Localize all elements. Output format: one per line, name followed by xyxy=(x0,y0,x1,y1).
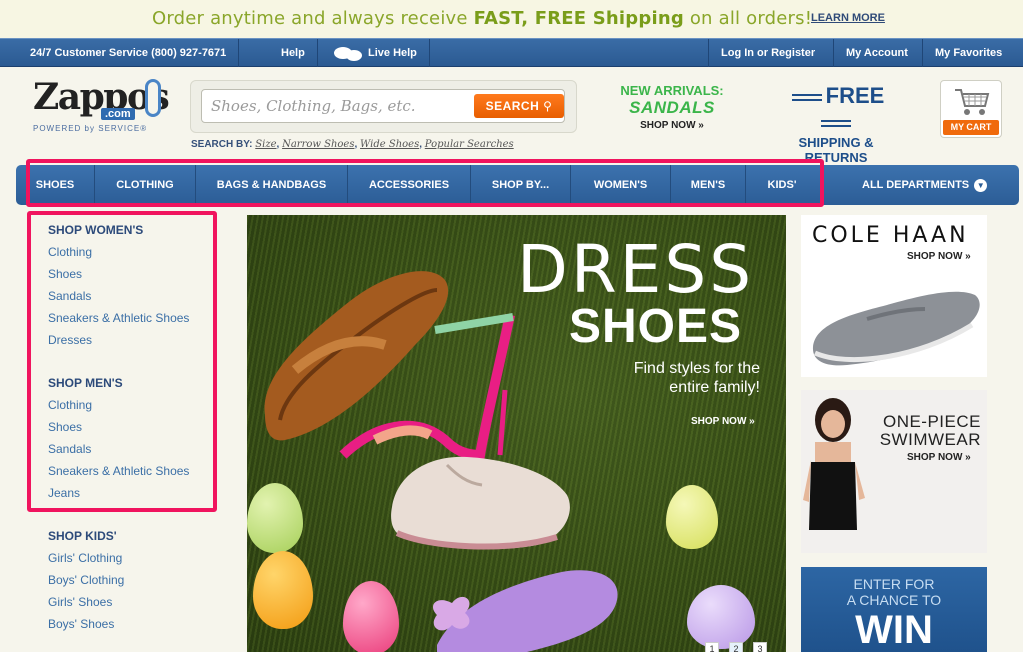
search-by-wide-link[interactable]: Wide Shoes xyxy=(360,139,419,150)
customer-service-text: 24/7 Customer Service (800) 927-7671 xyxy=(18,39,240,67)
highlight-box-sidebar xyxy=(27,211,217,512)
promo-text: Order anytime and always receive FAST, F… xyxy=(152,8,812,29)
search-by: SEARCH BY: Size, Narrow Shoes, Wide Shoe… xyxy=(191,139,514,150)
free-shipping-free: FREE xyxy=(825,83,885,108)
carousel-page-2[interactable]: 2 xyxy=(729,642,743,652)
carousel-page-1[interactable]: 1 xyxy=(705,642,719,652)
chat-bubbles-icon xyxy=(330,45,364,62)
new-arrivals-sandals: SANDALS xyxy=(629,98,715,117)
hero-title-shoes: SHOES xyxy=(569,300,743,353)
sidebar-girls-shoes[interactable]: Girls' Shoes xyxy=(48,594,213,616)
win-line-1: ENTER FOR xyxy=(853,576,935,592)
chevron-down-icon: ▼ xyxy=(974,178,988,192)
search-by-label: SEARCH BY: xyxy=(191,139,253,150)
popular-searches-link[interactable]: Popular Searches xyxy=(425,139,514,150)
sidebar-boys-clothing[interactable]: Boys' Clothing xyxy=(48,572,213,594)
logo-com: .com xyxy=(101,108,135,120)
promo-banner: Order anytime and always receive FAST, F… xyxy=(0,0,1023,38)
lilac-mary-jane-image xyxy=(432,570,618,652)
search-icon: ⚲ xyxy=(543,99,553,113)
logo-sneaker-icon xyxy=(145,79,161,117)
highlight-box-nav xyxy=(26,159,824,207)
promo-text-bold: FAST, FREE Shipping xyxy=(473,8,684,29)
new-arrivals-title: NEW ARRIVALS: xyxy=(620,83,724,98)
my-account-link[interactable]: My Account xyxy=(833,39,920,67)
free-shipping-title: FREE xyxy=(770,83,902,135)
easter-egg-yellow xyxy=(666,485,718,549)
free-shipping-promo[interactable]: FREE SHIPPING & RETURNS xyxy=(770,83,902,165)
new-arrivals-cta: SHOP NOW » xyxy=(640,120,704,131)
nav-all-departments-label: ALL DEPARTMENTS xyxy=(862,179,970,191)
hero-shop-now[interactable]: SHOP NOW » xyxy=(691,416,755,427)
search-by-size-link[interactable]: Size xyxy=(255,139,276,150)
promo-text-pre: Order anytime and always receive xyxy=(152,8,474,29)
swimwear-title: ONE-PIECE SWIMWEAR xyxy=(879,412,981,449)
new-arrivals-promo[interactable]: NEW ARRIVALS: SANDALS SHOP NOW » xyxy=(608,83,736,131)
hero-subtitle: Find styles for the entire family! xyxy=(633,360,760,396)
zappos-logo[interactable]: Zappos .com POWERED by SERVICE® xyxy=(33,77,170,133)
search-box: Shoes, Clothing, Bags, etc. SEARCH ⚲ xyxy=(190,80,577,133)
sidebar-boys-shoes[interactable]: Boys' Shoes xyxy=(48,616,213,638)
cole-haan-brand: COLE HAAN xyxy=(812,223,969,248)
free-shipping-line-left xyxy=(791,93,822,101)
sidebar-head-kids[interactable]: SHOP KIDS' xyxy=(48,528,213,550)
search-by-narrow-link[interactable]: Narrow Shoes xyxy=(282,139,354,150)
utility-bar: 24/7 Customer Service (800) 927-7671 Hel… xyxy=(0,38,1023,67)
promo-text-post: on all orders! xyxy=(683,8,813,29)
my-favorites-link[interactable]: My Favorites xyxy=(922,39,1014,67)
header: Zappos .com POWERED by SERVICE® Shoes, C… xyxy=(0,67,1023,165)
search-button[interactable]: SEARCH ⚲ xyxy=(474,94,564,118)
cole-haan-shop-now: SHOP NOW » xyxy=(907,251,971,262)
my-cart-label: MY CART xyxy=(943,120,999,135)
login-link[interactable]: Log In or Register xyxy=(708,39,827,67)
swimwear-shop-now: SHOP NOW » xyxy=(907,452,971,463)
cart-icon xyxy=(955,89,990,115)
hero-banner[interactable]: DRESS SHOES Find styles for the entire f… xyxy=(247,215,786,652)
live-help-link[interactable]: Live Help xyxy=(318,39,430,67)
logo-tagline: POWERED by SERVICE® xyxy=(33,124,148,133)
win-line-3: WIN xyxy=(855,608,933,652)
help-link[interactable]: Help xyxy=(269,39,318,67)
swimwear-model-image xyxy=(803,398,865,530)
white-oxford-image xyxy=(391,456,570,550)
hero-title-dress: DRESS xyxy=(517,231,755,308)
live-help-label: Live Help xyxy=(368,47,417,59)
enter-to-win-ad[interactable]: ENTER FOR A CHANCE TO WIN xyxy=(801,567,987,652)
free-shipping-line-right xyxy=(821,119,851,127)
carousel-page-3[interactable]: 3 xyxy=(753,642,767,652)
sidebar-girls-clothing[interactable]: Girls' Clothing xyxy=(48,550,213,572)
win-line-2: A CHANCE TO xyxy=(846,592,942,608)
nav-all-departments[interactable]: ALL DEPARTMENTS ▼ xyxy=(862,165,988,205)
swimwear-ad[interactable]: ONE-PIECE SWIMWEAR SHOP NOW » xyxy=(801,390,987,553)
search-button-label: SEARCH xyxy=(485,99,540,113)
cole-haan-ad[interactable]: COLE HAAN SHOP NOW » xyxy=(801,215,987,377)
learn-more-link[interactable]: LEARN MORE xyxy=(811,12,885,24)
grey-loafer-image xyxy=(812,291,980,366)
my-cart-button[interactable]: MY CART xyxy=(940,80,1002,138)
